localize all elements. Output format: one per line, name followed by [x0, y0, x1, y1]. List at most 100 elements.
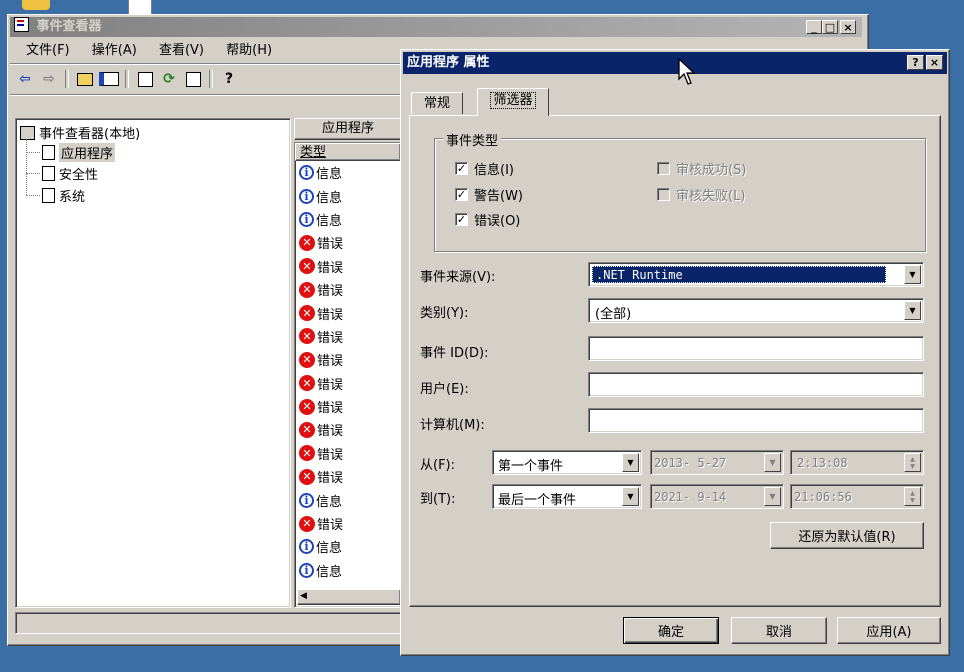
dialog-help-button[interactable]: ?	[907, 55, 924, 70]
to-select[interactable]: 最后一个事件 ▼	[492, 484, 642, 509]
log-icon	[42, 145, 55, 160]
event-type-label: 错误	[317, 377, 344, 393]
category-label: 类别(Y):	[420, 306, 469, 321]
list-item[interactable]: ✕ 错误	[299, 325, 401, 348]
list-item[interactable]: ✕ 错误	[299, 395, 401, 418]
event-type-label: 错误	[317, 260, 344, 276]
list-item[interactable]: ✕ 错误	[299, 465, 401, 488]
list-item[interactable]: ✕ 错误	[299, 231, 401, 254]
event-source-dropdown[interactable]: .NET Runtime ▼	[588, 262, 924, 287]
event-type-label: 信息	[316, 167, 343, 183]
menu-file[interactable]: 文件(F)	[26, 41, 70, 61]
ok-button[interactable]: 确定	[623, 617, 719, 644]
error-icon: ✕	[299, 375, 315, 392]
dialog-close-button[interactable]: ×	[926, 55, 943, 70]
list-item[interactable]: ✕ 错误	[299, 442, 401, 465]
checkbox-audit-failure[interactable]: 审核失败(L)	[657, 185, 745, 204]
menu-bar: 文件(F) 操作(A) 查看(V) 帮助(H)	[26, 41, 290, 61]
menu-help[interactable]: 帮助(H)	[226, 41, 272, 61]
minimize-button[interactable]: _	[806, 20, 822, 34]
refresh-icon[interactable]: ⟳	[158, 69, 180, 89]
up-folder-icon[interactable]	[74, 69, 96, 89]
log-icon	[42, 166, 55, 181]
cancel-button[interactable]: 取消	[731, 617, 827, 644]
column-header-type[interactable]: 类型	[295, 143, 401, 161]
list-item[interactable]: i 信息	[299, 184, 401, 207]
event-type-group: 事件类型 ✓ 信息(I) ✓ 警告(W) ✓ 错误(O) 审核成功(S) 审核失…	[434, 130, 926, 252]
filter-tab-panel: 事件类型 ✓ 信息(I) ✓ 警告(W) ✓ 错误(O) 审核成功(S) 审核失…	[409, 115, 941, 607]
help-icon[interactable]: ?	[218, 69, 240, 89]
list-item[interactable]: i 信息	[299, 208, 401, 231]
list-item[interactable]: i 信息	[299, 559, 401, 582]
tree-root[interactable]: 事件查看器(本地)	[20, 123, 140, 142]
desktop-icon-fragment-2[interactable]	[128, 0, 152, 15]
info-icon: i	[299, 188, 314, 204]
list-item[interactable]: ✕ 错误	[299, 418, 401, 441]
forward-arrow-icon[interactable]: ⇨	[38, 69, 60, 89]
back-arrow-icon[interactable]: ⇦	[14, 69, 36, 89]
list-item[interactable]: ✕ 错误	[299, 348, 401, 371]
tree-item-security[interactable]: 安全性	[26, 164, 98, 183]
list-item[interactable]: ✕ 错误	[299, 278, 401, 301]
from-date-picker: 2013- 5-27 ▼	[650, 450, 784, 475]
list-item[interactable]: ✕ 错误	[299, 512, 401, 535]
from-select[interactable]: 第一个事件 ▼	[492, 450, 642, 475]
event-type-label: 信息	[316, 213, 343, 229]
error-icon: ✕	[299, 398, 315, 415]
desktop-icon-fragment[interactable]	[22, 0, 50, 10]
to-date-picker: 2021- 9-14 ▼	[650, 484, 784, 509]
tree-item-system[interactable]: 系统	[26, 186, 85, 205]
error-icon: ✕	[299, 515, 315, 532]
event-source-label: 事件来源(V):	[420, 270, 496, 285]
restore-defaults-button[interactable]: 还原为默认值(R)	[770, 522, 924, 549]
export-list-icon[interactable]	[182, 69, 204, 89]
computer-input[interactable]	[588, 408, 924, 433]
chevron-down-icon[interactable]: ▼	[622, 487, 639, 506]
user-input[interactable]	[588, 372, 924, 397]
properties-dialog: 应用程序 属性 ? × 常规 筛选器 事件类型 ✓ 信息(I) ✓ 警告(W) …	[400, 49, 950, 656]
list-item[interactable]: ✕ 错误	[299, 255, 401, 278]
chevron-down-icon[interactable]: ▼	[904, 301, 921, 320]
tab-filter[interactable]: 筛选器	[477, 88, 549, 116]
chevron-down-icon[interactable]: ▼	[904, 265, 921, 284]
chevron-down-icon[interactable]: ▼	[622, 453, 639, 472]
checkbox-audit-success[interactable]: 审核成功(S)	[657, 159, 746, 178]
list-item[interactable]: i 信息	[299, 488, 401, 511]
category-value: (全部)	[595, 307, 632, 322]
list-item[interactable]: ✕ 错误	[299, 301, 401, 324]
list-item[interactable]: i 信息	[299, 535, 401, 558]
event-list[interactable]: 类型 i 信息 i 信息 i 信息 ✕ 错误 ✕ 错误 ✕ 错误 ✕ 错误 ✕ 错误 ✕ 错误 ✕ 错误 ✕ 错误 ✕ 错误 ✕…	[294, 142, 402, 608]
menu-action[interactable]: 操作(A)	[92, 41, 137, 61]
event-id-input[interactable]	[588, 336, 924, 361]
properties-icon[interactable]	[134, 69, 156, 89]
checkbox-audit-failure-box[interactable]	[657, 188, 670, 201]
checkbox-audit-success-box[interactable]	[657, 162, 670, 175]
spin-icon: ▲ ▼	[904, 487, 921, 506]
show-tree-icon[interactable]	[98, 69, 120, 89]
horizontal-scrollbar[interactable]: ◀	[297, 589, 401, 605]
chevron-down-icon: ▼	[764, 453, 781, 472]
list-item[interactable]: i 信息	[299, 161, 401, 184]
tab-general[interactable]: 常规	[411, 92, 463, 114]
event-type-label: 信息	[316, 190, 343, 206]
list-item[interactable]: ✕ 错误	[299, 372, 401, 395]
checkbox-error-box[interactable]: ✓	[455, 213, 468, 226]
checkbox-warning[interactable]: ✓ 警告(W)	[455, 185, 523, 204]
checkbox-info-box[interactable]: ✓	[455, 162, 468, 175]
close-button[interactable]: ×	[840, 20, 856, 34]
checkbox-error[interactable]: ✓ 错误(O)	[455, 210, 520, 229]
tree-item-application[interactable]: 应用程序	[26, 143, 116, 162]
maximize-button[interactable]: □	[822, 20, 838, 34]
main-title-bar[interactable]: 事件查看器 _ □ ×	[10, 17, 862, 37]
tree-pane[interactable]: 事件查看器(本地) 应用程序 安全性 系统	[15, 118, 291, 608]
event-type-label: 信息	[316, 494, 343, 510]
apply-button[interactable]: 应用(A)	[837, 617, 941, 644]
mouse-cursor-icon	[678, 58, 696, 85]
event-type-label: 错误	[317, 401, 344, 417]
scroll-left-icon[interactable]: ◀	[300, 591, 307, 601]
category-dropdown[interactable]: (全部) ▼	[588, 298, 924, 323]
checkbox-info[interactable]: ✓ 信息(I)	[455, 159, 514, 178]
menu-view[interactable]: 查看(V)	[159, 41, 204, 61]
dialog-title-bar[interactable]: 应用程序 属性 ? ×	[403, 52, 947, 74]
checkbox-warning-box[interactable]: ✓	[455, 188, 468, 201]
